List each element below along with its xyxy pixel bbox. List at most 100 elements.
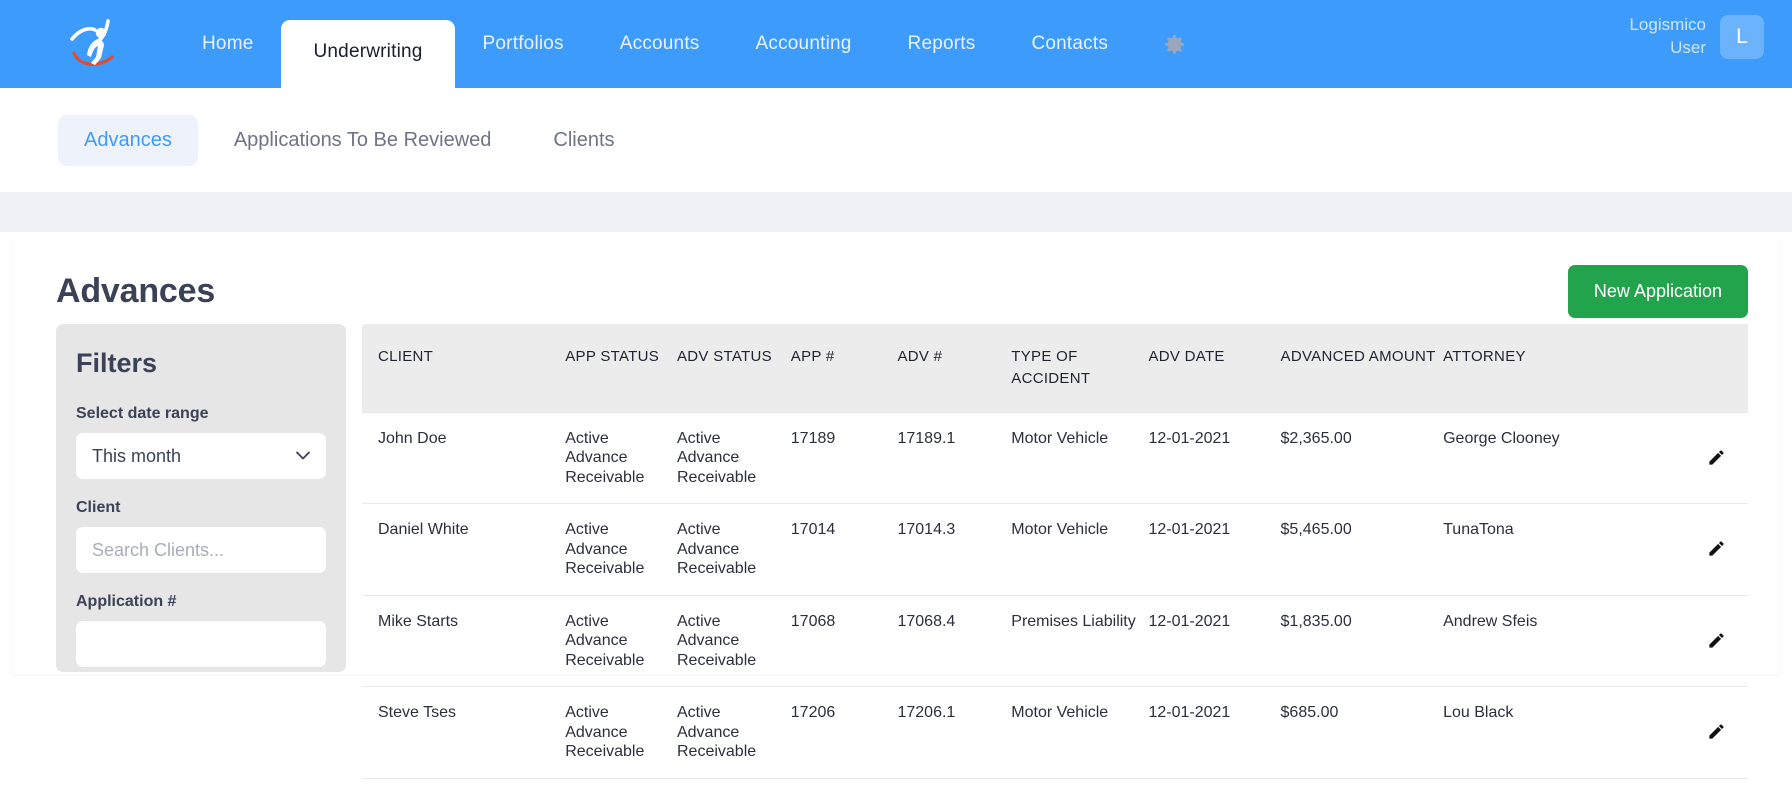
cell-app-number: 17014 — [790, 503, 898, 596]
cell-advanced-amount: $5,465.00 — [1280, 503, 1444, 596]
nav-item-contacts[interactable]: Contacts — [1003, 0, 1136, 88]
pencil-icon — [1709, 541, 1724, 556]
cell-type-of-accident: Premises Liability — [1011, 595, 1149, 688]
nav-item-reports[interactable]: Reports — [880, 0, 1004, 88]
card-body: Filters Select date range This month Cli… — [34, 324, 1758, 779]
nav-item-accounts[interactable]: Accounts — [592, 0, 728, 88]
avatar[interactable]: L — [1720, 14, 1764, 59]
client-search-input[interactable] — [76, 527, 326, 573]
cell-app-status: Active Advance Receivable — [565, 411, 677, 505]
cell-attorney: TunaTona — [1443, 503, 1677, 596]
cell-app-status: Active Advance Receivable — [565, 595, 677, 688]
cell-adv-number: 17068.4 — [897, 595, 1012, 688]
app-header: Home Underwriting Portfolios Accounts Ac… — [0, 0, 1792, 88]
cell-advanced-amount: $685.00 — [1280, 686, 1444, 779]
cell-adv-number: 17014.3 — [897, 503, 1012, 596]
user-menu[interactable]: Logismico User L — [1629, 14, 1764, 60]
col-attorney[interactable]: ATTORNEY — [1443, 324, 1677, 412]
date-range-select[interactable]: This month — [76, 433, 326, 479]
col-type-of-accident[interactable]: TYPE OF ACCIDENT — [1011, 324, 1148, 412]
nav-item-portfolios[interactable]: Portfolios — [455, 0, 592, 88]
pencil-icon — [1709, 724, 1724, 739]
cell-actions — [1676, 686, 1748, 779]
nav-item-underwriting[interactable]: Underwriting — [281, 20, 455, 88]
col-advanced-amount[interactable]: ADVANCED AMOUNT — [1281, 324, 1444, 412]
cell-adv-date: 12-01-2021 — [1148, 686, 1281, 779]
cell-type-of-accident: Motor Vehicle — [1011, 503, 1149, 596]
filters-heading: Filters — [76, 348, 158, 378]
col-app-status[interactable]: APP STATUS — [565, 324, 677, 412]
user-name-line1: Logismico — [1629, 15, 1706, 34]
col-actions — [1677, 324, 1748, 412]
cell-adv-status: Active Advance Receivable — [676, 503, 791, 596]
cell-client: John Doe — [362, 411, 566, 505]
advances-card: Advances New Application Filters Select … — [12, 232, 1780, 779]
col-adv-status[interactable]: ADV STATUS — [677, 324, 791, 412]
brand-logo[interactable] — [64, 11, 126, 73]
cell-actions — [1676, 503, 1748, 596]
table-row[interactable]: Daniel White Active Advance Receivable A… — [362, 503, 1748, 596]
card-header: Advances New Application — [34, 232, 1758, 324]
person-jumping-logo-icon — [70, 19, 114, 66]
settings-button[interactable] — [1136, 0, 1213, 88]
cell-adv-status: Active Advance Receivable — [676, 686, 791, 779]
cell-app-status: Active Advance Receivable — [565, 503, 677, 596]
cell-app-number: 17206 — [790, 686, 898, 779]
edit-row-button[interactable] — [1703, 535, 1730, 562]
cell-app-number: 17068 — [790, 595, 898, 688]
cell-adv-date: 12-01-2021 — [1148, 411, 1281, 505]
advances-table: CLIENT APP STATUS ADV STATUS APP # ADV #… — [362, 324, 1748, 779]
cell-client: Steve Tses — [362, 686, 566, 779]
tab-advances[interactable]: Advances — [58, 114, 198, 166]
cell-app-status: Active Advance Receivable — [565, 686, 677, 779]
user-name-line2: User — [1670, 37, 1706, 57]
cell-adv-status: Active Advance Receivable — [676, 411, 791, 505]
pencil-icon — [1709, 632, 1724, 648]
col-app-number[interactable]: APP # — [791, 324, 898, 412]
edit-row-button[interactable] — [1703, 444, 1730, 471]
edit-row-button[interactable] — [1703, 718, 1730, 745]
advances-table-wrap: CLIENT APP STATUS ADV STATUS APP # ADV #… — [362, 324, 1748, 779]
sub-navigation: Advances Applications To Be Reviewed Cli… — [0, 88, 1792, 192]
table-row[interactable]: Mike Starts Active Advance Receivable Ac… — [362, 595, 1748, 688]
table-head: CLIENT APP STATUS ADV STATUS APP # ADV #… — [362, 324, 1748, 412]
filter-client: Client — [76, 499, 326, 573]
nav-item-accounting[interactable]: Accounting — [728, 0, 880, 88]
filter-date-range-label: Select date range — [76, 405, 209, 422]
edit-row-button[interactable] — [1703, 627, 1730, 654]
cell-adv-status: Active Advance Receivable — [676, 595, 791, 688]
cell-app-number: 17189 — [790, 411, 898, 505]
user-name: Logismico User — [1629, 14, 1706, 60]
cell-client: Daniel White — [362, 503, 566, 596]
cell-attorney: George Clooney — [1443, 411, 1677, 505]
tab-clients[interactable]: Clients — [527, 115, 640, 166]
cell-adv-number: 17189.1 — [897, 411, 1012, 505]
col-adv-number[interactable]: ADV # — [897, 324, 1011, 412]
filter-application-number: Application # — [76, 593, 326, 667]
filter-client-label: Client — [76, 499, 121, 516]
tab-applications-to-be-reviewed[interactable]: Applications To Be Reviewed — [208, 115, 518, 166]
gear-icon — [1165, 34, 1184, 54]
pencil-icon — [1709, 449, 1724, 465]
cell-actions — [1676, 411, 1748, 505]
table-row[interactable]: Steve Tses Active Advance Receivable Act… — [362, 686, 1748, 779]
filters-panel: Filters Select date range This month Cli… — [56, 324, 346, 672]
application-number-input[interactable] — [76, 621, 326, 667]
filter-date-range: Select date range This month — [76, 405, 326, 479]
cell-type-of-accident: Motor Vehicle — [1011, 411, 1149, 505]
page-title: Advances — [56, 271, 216, 310]
cell-adv-date: 12-01-2021 — [1148, 595, 1281, 688]
main-navigation: Home Underwriting Portfolios Accounts Ac… — [174, 0, 1213, 88]
table-row[interactable]: John Doe Active Advance Receivable Activ… — [362, 411, 1748, 505]
cell-client: Mike Starts — [362, 595, 566, 688]
cell-attorney: Lou Black — [1443, 686, 1677, 779]
cell-advanced-amount: $1,835.00 — [1280, 595, 1444, 688]
cell-actions — [1676, 595, 1748, 688]
col-client[interactable]: CLIENT — [362, 324, 565, 412]
cell-attorney: Andrew Sfeis — [1443, 595, 1677, 688]
new-application-button[interactable]: New Application — [1567, 264, 1748, 318]
cell-type-of-accident: Motor Vehicle — [1011, 686, 1149, 779]
cell-adv-date: 12-01-2021 — [1148, 503, 1281, 596]
col-adv-date[interactable]: ADV DATE — [1148, 324, 1280, 412]
nav-item-home[interactable]: Home — [174, 0, 281, 88]
